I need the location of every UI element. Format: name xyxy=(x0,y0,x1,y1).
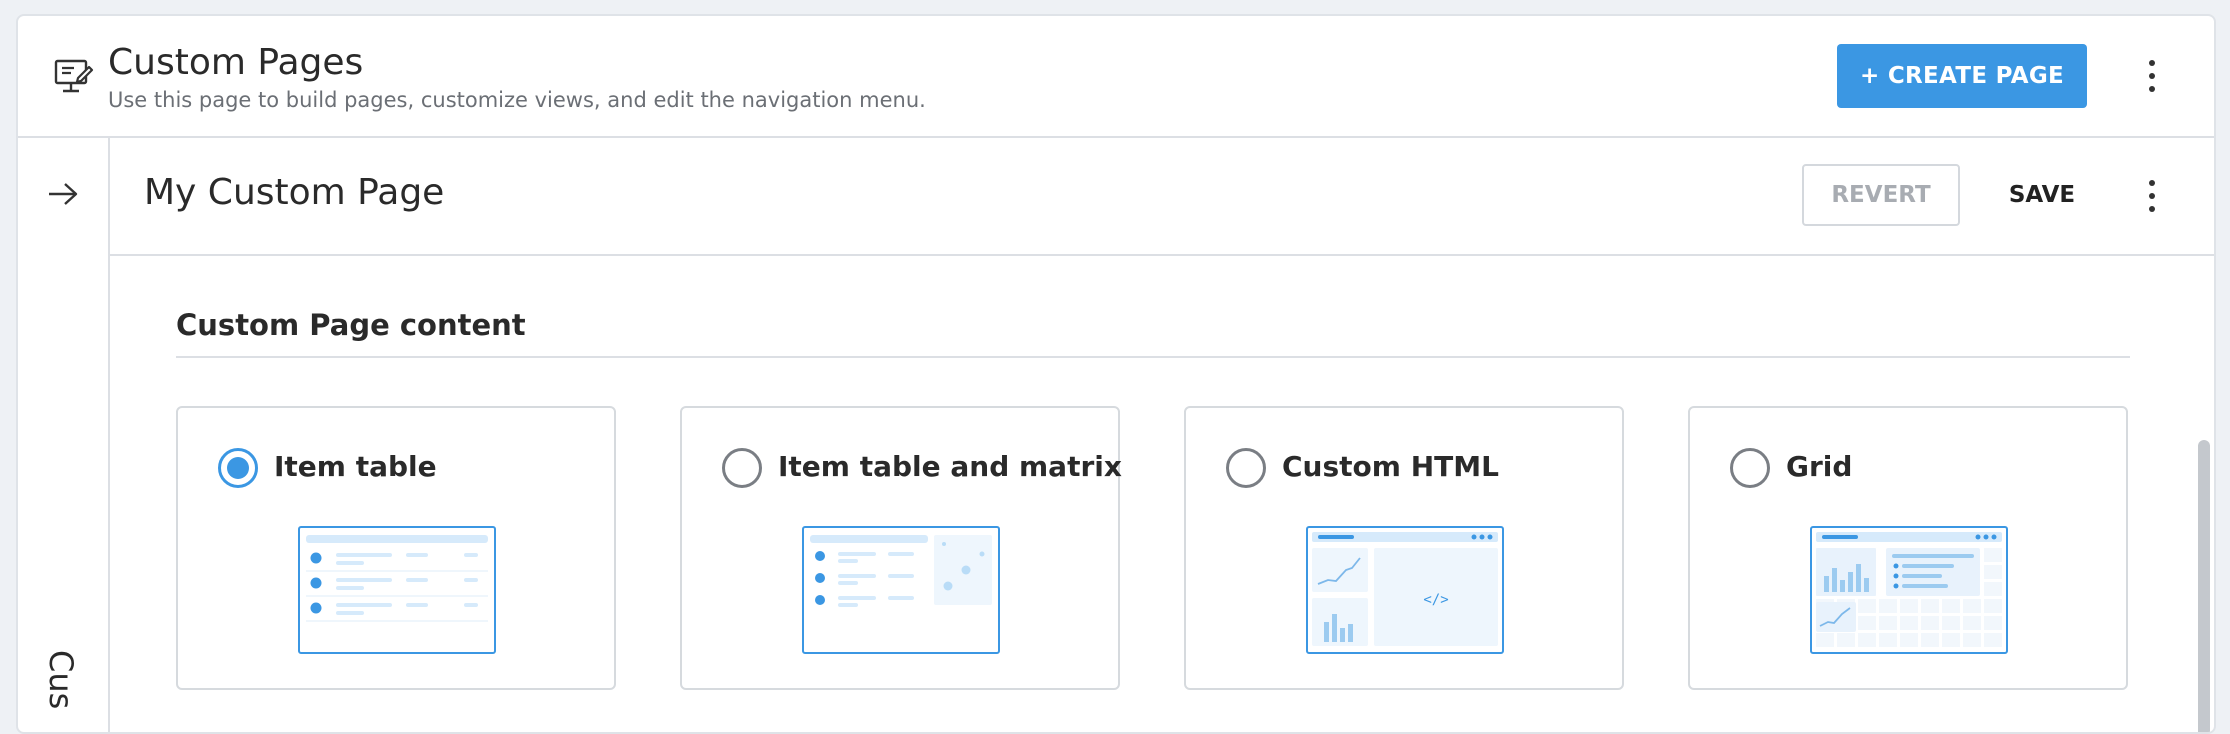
option-label: Item table xyxy=(274,450,437,483)
custom-page-name: My Custom Page xyxy=(144,172,445,213)
option-label: Grid xyxy=(1786,450,1853,483)
page-content-panel: Custom Page content Item table Item tabl… xyxy=(110,256,2214,732)
custom-pages-window: Custom Pages Use this page to build page… xyxy=(16,14,2216,734)
page-title: Custom Pages xyxy=(108,42,364,83)
option-card-item-table[interactable]: Item table xyxy=(176,406,616,690)
revert-button[interactable]: REVERT xyxy=(1802,164,1960,226)
item-table-matrix-thumbnail xyxy=(802,526,1000,654)
option-card-custom-html[interactable]: Custom HTML </> xyxy=(1184,406,1624,690)
radio-item-table-matrix[interactable] xyxy=(722,448,762,488)
monitor-edit-icon xyxy=(54,59,94,93)
radio-custom-html[interactable] xyxy=(1226,448,1266,488)
item-table-thumbnail xyxy=(298,526,496,654)
save-button[interactable]: SAVE xyxy=(1982,164,2102,226)
collapsed-panel-label[interactable]: Cus xyxy=(42,650,80,709)
option-label: Custom HTML xyxy=(1282,450,1499,483)
page-editor-toolbar: My Custom Page REVERT SAVE xyxy=(110,138,2214,256)
option-card-grid[interactable]: Grid xyxy=(1688,406,2128,690)
more-options-icon[interactable] xyxy=(2140,56,2164,96)
scrollbar-thumb[interactable] xyxy=(2198,440,2210,732)
left-rail: Cus xyxy=(18,138,110,732)
page-header: Custom Pages Use this page to build page… xyxy=(18,16,2214,138)
custom-html-thumbnail: </> xyxy=(1306,526,1504,654)
create-page-button[interactable]: + CREATE PAGE xyxy=(1837,44,2087,108)
arrow-right-icon[interactable] xyxy=(46,180,80,208)
radio-item-table[interactable] xyxy=(218,448,258,488)
radio-grid[interactable] xyxy=(1730,448,1770,488)
option-card-item-table-matrix[interactable]: Item table and matrix xyxy=(680,406,1122,690)
grid-thumbnail xyxy=(1810,526,2008,654)
section-divider xyxy=(176,356,2130,358)
page-subtitle: Use this page to build pages, customize … xyxy=(108,88,926,112)
svg-text:</>: </> xyxy=(1423,592,1448,608)
page-options-icon[interactable] xyxy=(2140,176,2164,216)
option-label: Item table and matrix xyxy=(778,450,1122,483)
section-title: Custom Page content xyxy=(176,308,526,342)
